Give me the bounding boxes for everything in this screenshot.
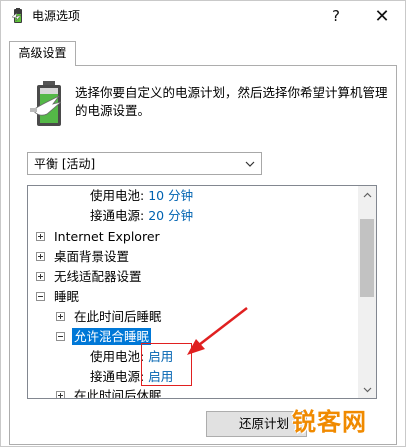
power-plan-dropdown[interactable]: 平衡 [活动] — [27, 152, 262, 175]
tree-row-label: 使用电池: — [90, 188, 145, 203]
title-bar: 电源选项 ? ✕ — [1, 1, 405, 31]
tree-row-label: 在此时间后睡眠 — [74, 309, 162, 324]
tree-row-label: Internet Explorer — [54, 229, 160, 244]
tree-row-plugged-sleep-value[interactable]: 接通电源: 20 分钟 — [90, 206, 193, 226]
plan-description: 选择你要自定义的电源计划，然后选择你希望计算机管理 的电源设置。 — [75, 84, 388, 120]
battery-icon — [30, 81, 62, 126]
tree-row-label: 桌面背景设置 — [54, 249, 130, 264]
scroll-down-button[interactable] — [358, 381, 376, 398]
chevron-down-icon — [363, 387, 371, 392]
tree-row-label: 使用电池: — [90, 349, 145, 364]
help-button[interactable]: ? — [314, 1, 358, 31]
tree-row-label: 接通电源: — [90, 369, 145, 384]
watermark-text: 锐客网 — [292, 408, 367, 436]
chevron-up-icon — [363, 192, 371, 197]
tree-row-battery-sleep-value[interactable]: 使用电池: 10 分钟 — [90, 186, 193, 206]
expand-plus-icon[interactable] — [36, 252, 45, 261]
expand-plus-icon[interactable] — [36, 232, 45, 241]
tree-row-label: 在此时间后休眠 — [74, 388, 162, 399]
tree-row-value[interactable]: 10 分钟 — [148, 188, 193, 203]
scroll-up-button[interactable] — [358, 186, 376, 203]
tree-row-label: 接通电源: — [90, 208, 145, 223]
tree-row-desktop-background[interactable]: 桌面背景设置 — [36, 247, 129, 267]
tree-row-sleep[interactable]: 睡眠 — [36, 287, 79, 307]
site-watermark: 锐客网 — [288, 398, 405, 446]
tree-vertical-scrollbar[interactable] — [358, 186, 376, 398]
power-settings-tree[interactable]: 使用电池: 10 分钟 接通电源: 20 分钟 Internet Explore… — [27, 185, 377, 399]
expand-plus-icon[interactable] — [56, 391, 65, 398]
arrow-annotation-icon — [187, 307, 248, 355]
scroll-thumb[interactable] — [360, 219, 374, 297]
description-line-2: 的电源设置。 — [75, 103, 151, 118]
expand-plus-icon[interactable] — [56, 312, 65, 321]
tree-row-internet-explorer[interactable]: Internet Explorer — [36, 227, 160, 247]
tree-row-wireless-adapter[interactable]: 无线适配器设置 — [36, 267, 142, 287]
close-button[interactable]: ✕ — [360, 1, 404, 31]
tree-row-allow-hybrid-sleep[interactable]: 允许混合睡眠 — [56, 327, 152, 347]
tree-row-label: 睡眠 — [54, 289, 80, 304]
chevron-down-icon — [245, 161, 255, 167]
tab-advanced-settings[interactable]: 高级设置 — [9, 41, 76, 66]
window-title: 电源选项 — [32, 9, 81, 23]
collapse-minus-icon[interactable] — [56, 332, 65, 341]
power-plan-selected: 平衡 [活动] — [34, 157, 96, 171]
tree-row-value[interactable]: 20 分钟 — [148, 208, 193, 223]
tree-row-sleep-after[interactable]: 在此时间后睡眠 — [56, 307, 162, 327]
description-line-1: 选择你要自定义的电源计划，然后选择你希望计算机管理 — [75, 85, 388, 100]
power-options-window: 电源选项 ? ✕ 高级设置 选择你要自定义的电源计划，然后选择你希望计算机管理 … — [0, 0, 406, 447]
power-options-icon — [11, 8, 22, 23]
tree-row-label-selected: 允许混合睡眠 — [72, 328, 152, 345]
collapse-minus-icon[interactable] — [36, 292, 45, 301]
tree-row-hibernate-after[interactable]: 在此时间后休眠 — [56, 386, 162, 399]
expand-plus-icon[interactable] — [36, 272, 45, 281]
tree-row-label: 无线适配器设置 — [54, 269, 142, 284]
